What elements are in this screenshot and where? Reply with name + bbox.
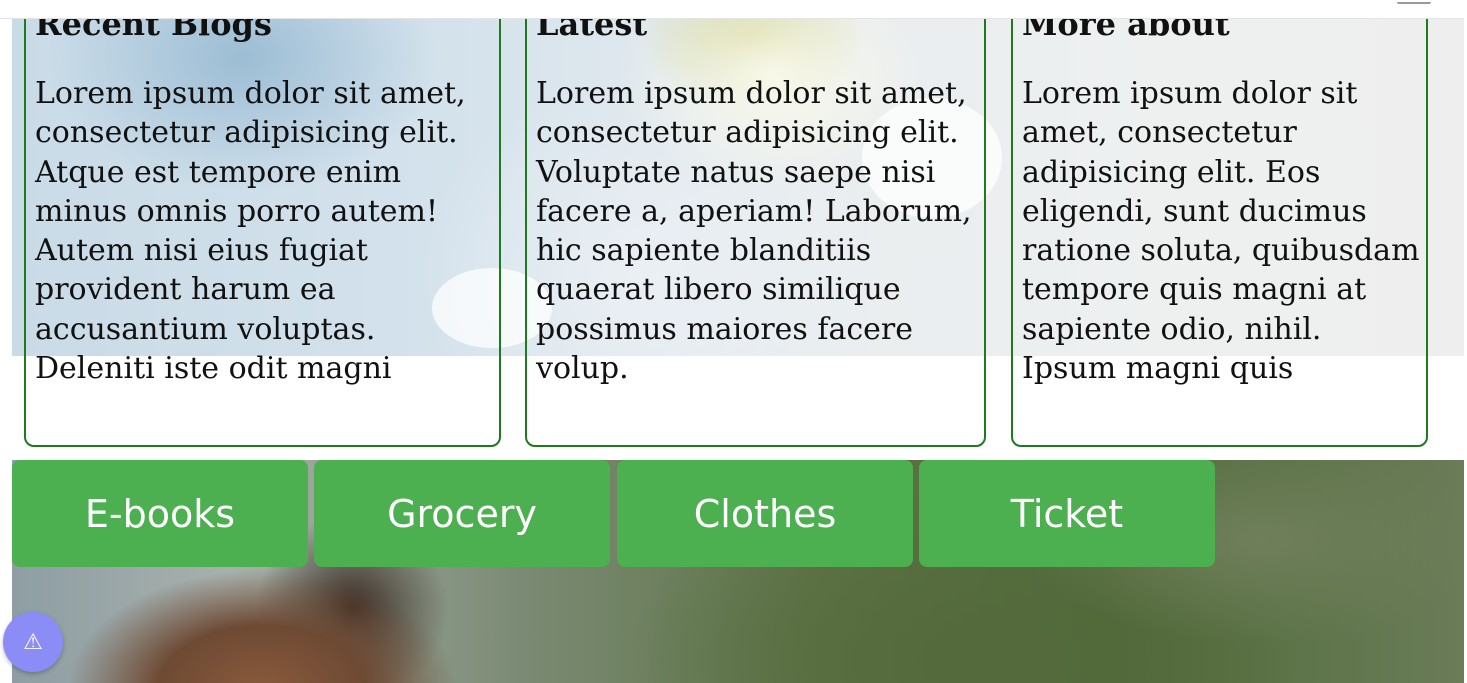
blog-card-more-about: More about Lorem ipsum dolor sit amet, c… bbox=[1011, 0, 1428, 447]
blog-card-recent: Recent Blogs Lorem ipsum dolor sit amet,… bbox=[24, 0, 501, 447]
blog-card-text: Lorem ipsum dolor sit amet, consectetur … bbox=[1022, 76, 1420, 387]
grocery-button[interactable]: Grocery bbox=[314, 460, 610, 567]
page: Recent Blogs Lorem ipsum dolor sit amet,… bbox=[0, 0, 1467, 683]
ticket-button[interactable]: Ticket bbox=[919, 460, 1215, 567]
clothes-button[interactable]: Clothes bbox=[617, 460, 913, 567]
ebooks-button[interactable]: E-books bbox=[12, 460, 308, 567]
status-bar-right-indicator bbox=[1397, 0, 1431, 4]
blog-card-text: Lorem ipsum dolor sit amet, consectetur … bbox=[35, 76, 466, 387]
blog-card-text: Lorem ipsum dolor sit amet, consectetur … bbox=[536, 76, 972, 387]
warning-icon[interactable]: ⚠ bbox=[3, 612, 63, 672]
blog-card-latest: Latest Lorem ipsum dolor sit amet, conse… bbox=[525, 0, 986, 447]
status-bar bbox=[0, 0, 1467, 19]
